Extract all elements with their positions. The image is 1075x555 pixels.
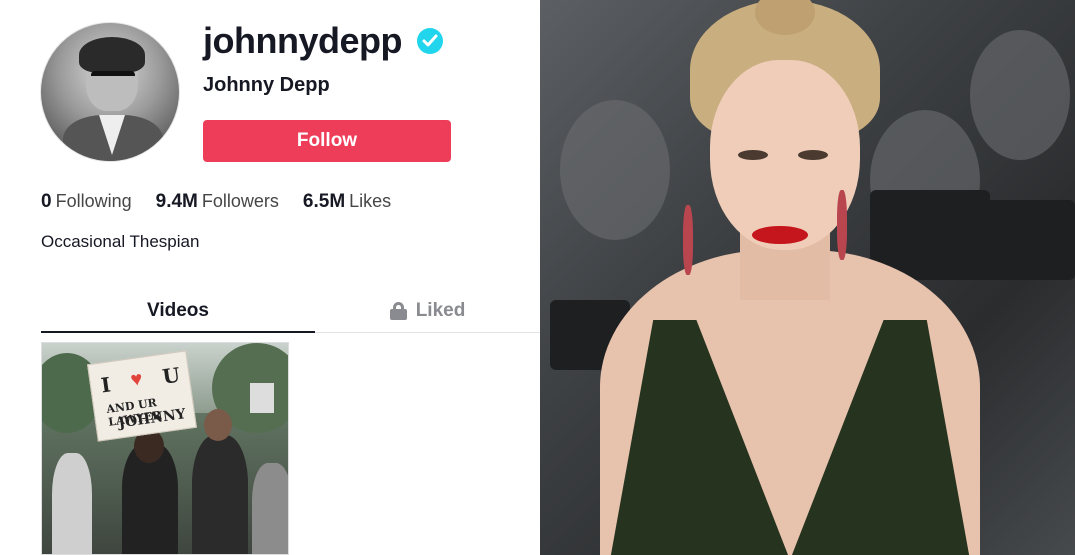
heart-icon: ♥ xyxy=(129,367,145,392)
stat-likes-label: Likes xyxy=(349,191,392,211)
photo-bg-person-shape xyxy=(970,30,1070,160)
tab-liked[interactable]: Liked xyxy=(315,290,540,332)
stat-following-label: Following xyxy=(55,191,132,211)
photo-woman-lips-shape xyxy=(752,226,808,244)
sign-text-i: I xyxy=(99,372,113,398)
stat-following[interactable]: 0 Following xyxy=(41,191,132,213)
sign-text-u: U xyxy=(160,362,182,389)
profile-stats: 0 Following 9.4M Followers 6.5M Likes xyxy=(41,191,391,213)
photo-bg-person-shape xyxy=(560,100,670,240)
stat-following-value: 0 xyxy=(41,191,52,212)
follow-button[interactable]: Follow xyxy=(203,120,451,162)
profile-avatar[interactable] xyxy=(40,22,180,162)
photo-woman-eye-shape xyxy=(798,150,828,160)
camera-shape xyxy=(980,200,1075,280)
profile-bio: Occasional Thespian xyxy=(41,232,200,251)
tab-liked-label: Liked xyxy=(415,300,466,321)
stat-likes-value: 6.5M xyxy=(302,191,346,212)
video-person-shape xyxy=(252,463,288,554)
stat-likes: 6.5M Likes xyxy=(303,191,391,213)
photo-earring-shape xyxy=(683,205,693,275)
profile-display-name: Johnny Depp xyxy=(203,74,330,96)
stat-followers-value: 9.4M xyxy=(155,191,198,212)
red-carpet-photo xyxy=(540,0,1075,555)
avatar-hair-shape xyxy=(79,37,145,73)
stat-followers-label: Followers xyxy=(201,191,279,211)
profile-username: johnnydepp xyxy=(203,20,402,61)
tiktok-profile-panel: johnnydepp Johnny Depp Follow 0 Following… xyxy=(0,0,540,555)
video-protest-sign: I ♥ U AND UR LAWYER JOHNNY xyxy=(87,350,197,442)
video-thumbnail[interactable]: I ♥ U AND UR LAWYER JOHNNY xyxy=(41,342,289,555)
verified-badge-icon xyxy=(417,28,443,54)
video-street-sign-shape xyxy=(250,383,274,413)
video-person-shape xyxy=(192,435,248,554)
tab-videos-label: Videos xyxy=(147,299,209,321)
profile-tabs: Videos Liked xyxy=(41,290,540,333)
tab-videos[interactable]: Videos xyxy=(41,290,315,333)
avatar-glasses-shape xyxy=(91,71,135,81)
lock-icon xyxy=(389,302,407,320)
video-person-head-shape xyxy=(204,409,232,441)
video-person-shape xyxy=(52,453,92,554)
photo-woman-eye-shape xyxy=(738,150,768,160)
photo-earring-shape xyxy=(837,190,847,260)
stat-followers[interactable]: 9.4M Followers xyxy=(156,191,279,213)
